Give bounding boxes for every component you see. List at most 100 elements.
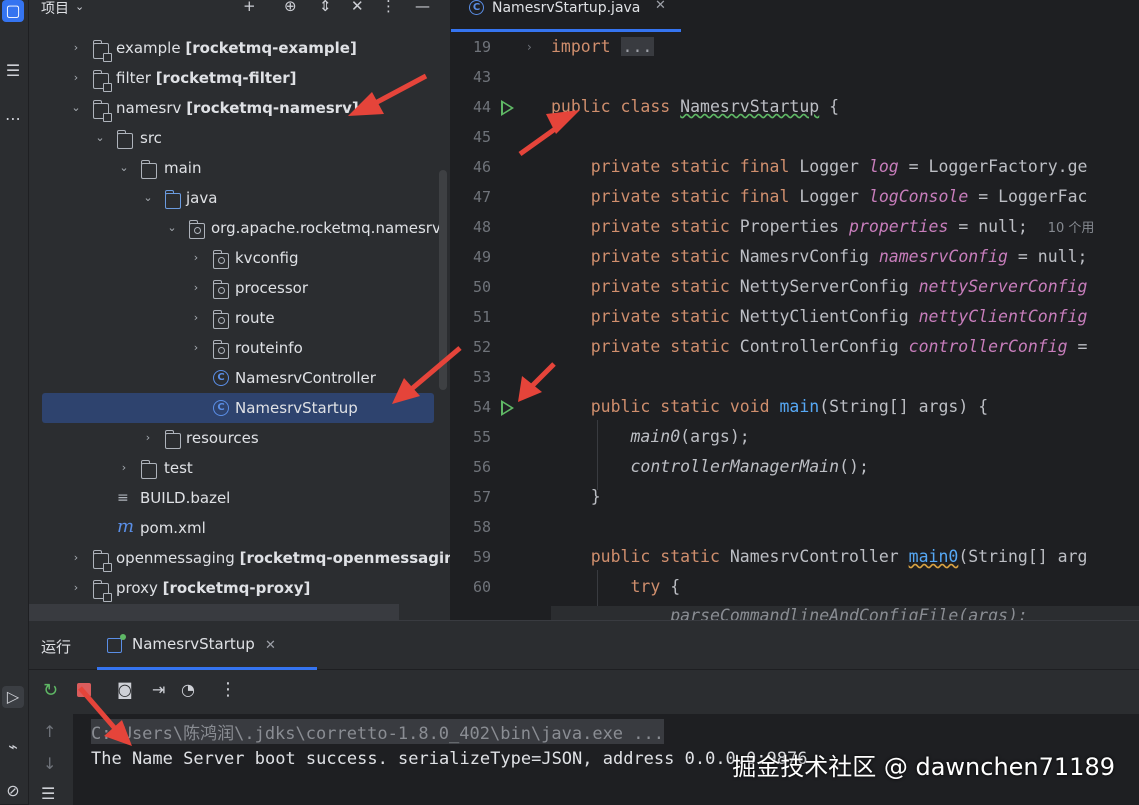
- chevron-down-icon[interactable]: ⌄: [70, 93, 82, 123]
- run-toolbar: ↻ ◙ ⇥ ◔ ⋮: [29, 670, 1139, 714]
- stop-icon[interactable]: [77, 683, 91, 697]
- chevron-right-icon[interactable]: ›: [190, 333, 202, 363]
- chevron-right-icon[interactable]: ›: [70, 33, 82, 63]
- structure-icon[interactable]: ☰: [2, 60, 24, 82]
- chevron-right-icon[interactable]: ›: [70, 573, 82, 603]
- add-icon[interactable]: +: [243, 0, 256, 15]
- chevron-down-icon[interactable]: ⌄: [75, 0, 84, 13]
- wrap-icon[interactable]: ☰: [41, 784, 55, 803]
- more-options-icon[interactable]: ⋮: [219, 679, 237, 700]
- chevron-right-icon[interactable]: ›: [70, 63, 82, 93]
- chevron-right-icon[interactable]: ›: [118, 453, 130, 483]
- run-class-gutter-icon[interactable]: [501, 100, 514, 116]
- chevron-down-icon[interactable]: ⌄: [118, 153, 130, 183]
- tree-item-label: NamesrvStartup: [235, 399, 358, 417]
- chevron-right-icon[interactable]: ›: [142, 423, 154, 453]
- code-keyword: try: [630, 577, 661, 596]
- code-editor[interactable]: C NamesrvStartup.java ✕ 19 43 44 45 46 4…: [451, 0, 1139, 620]
- tree-item-class[interactable]: C NamesrvController: [29, 363, 450, 393]
- tree-item-package[interactable]: › kvconfig: [29, 243, 450, 273]
- tree-item-source-root[interactable]: ⌄ java: [29, 183, 450, 213]
- tree-item-file[interactable]: ≡ BUILD.bazel: [29, 483, 450, 513]
- field-name: nettyClientConfig: [918, 307, 1088, 326]
- chevron-down-icon[interactable]: ⌄: [94, 123, 106, 153]
- tree-item-module[interactable]: › example [rocketmq-example]: [29, 33, 450, 63]
- tree-item-folder[interactable]: › test: [29, 453, 450, 483]
- tree-item-package[interactable]: › route: [29, 303, 450, 333]
- vertical-scrollbar[interactable]: [439, 170, 447, 390]
- line-number: 46: [472, 158, 491, 176]
- field-name: nettyServerConfig: [918, 277, 1088, 296]
- tree-item-package[interactable]: › routeinfo: [29, 333, 450, 363]
- run-main-gutter-icon[interactable]: [501, 400, 514, 416]
- class-icon: C: [213, 370, 229, 386]
- tree-item-label: proxy: [116, 579, 158, 597]
- code-text: (String[] args) {: [819, 397, 989, 416]
- locate-icon[interactable]: ⊕: [284, 0, 297, 15]
- more-icon[interactable]: ⋯: [2, 108, 24, 130]
- close-icon[interactable]: ✕: [265, 638, 276, 653]
- tree-item-label: processor: [235, 279, 308, 297]
- fold-chevron-icon[interactable]: ›: [527, 40, 532, 54]
- chevron-down-icon[interactable]: ⌄: [142, 183, 154, 213]
- tree-item-module-name: [rocketmq-openmessaging]: [239, 549, 450, 567]
- problems-icon[interactable]: ⊘: [2, 780, 24, 802]
- code-keyword: public static: [590, 547, 720, 566]
- chevron-right-icon[interactable]: ›: [70, 543, 82, 573]
- run-tab-label[interactable]: NamesrvStartup: [132, 635, 255, 653]
- camera-icon[interactable]: ◙: [117, 680, 133, 699]
- line-number: 52: [472, 338, 491, 356]
- project-panel-title[interactable]: 项目: [41, 0, 69, 18]
- code-text: Properties: [729, 217, 850, 236]
- tree-item-module[interactable]: › proxy [rocketmq-proxy]: [29, 573, 450, 603]
- code-line-49: private static NamesrvConfig namesrvConf…: [551, 247, 1088, 266]
- arrow-down-icon[interactable]: ↓: [43, 754, 56, 773]
- chevron-down-icon[interactable]: ⌄: [166, 213, 178, 243]
- editor-tab[interactable]: C NamesrvStartup.java ✕: [451, 0, 681, 30]
- arrow-up-icon[interactable]: ↑: [43, 722, 56, 741]
- text-file-icon: ≡: [117, 490, 129, 506]
- code-text: = null;: [1007, 247, 1088, 266]
- tree-item-package[interactable]: ⌄ org.apache.rocketmq.namesrv: [29, 213, 450, 243]
- chevron-right-icon[interactable]: ›: [190, 243, 202, 273]
- line-number: 60: [472, 578, 491, 596]
- tree-item-folder[interactable]: ⌄ main: [29, 153, 450, 183]
- options-icon[interactable]: ⋮: [381, 0, 396, 15]
- terminal-icon[interactable]: ⌁: [2, 736, 24, 758]
- tree-item-module[interactable]: › filter [rocketmq-filter]: [29, 63, 450, 93]
- run-tool-icon[interactable]: ▷: [2, 686, 24, 708]
- project-view-icon[interactable]: ▢: [2, 0, 24, 22]
- code-keyword: private static: [590, 247, 730, 266]
- expand-all-icon[interactable]: ⇕: [319, 0, 332, 15]
- code-keyword: private static: [590, 337, 730, 356]
- code-text: ();: [839, 457, 869, 476]
- code-text: ControllerConfig: [729, 337, 909, 356]
- rerun-icon[interactable]: ↻: [43, 680, 58, 701]
- exit-icon[interactable]: ⇥: [152, 680, 165, 699]
- code-line-51: private static NettyClientConfig nettyCl…: [551, 307, 1088, 326]
- profiler-icon[interactable]: ◔: [181, 680, 195, 699]
- code-line-59: public static NamesrvController main0(St…: [551, 547, 1088, 566]
- collapse-all-icon[interactable]: ✕: [351, 0, 364, 15]
- tree-item-class-selected[interactable]: C NamesrvStartup: [42, 393, 434, 423]
- tree-item-module[interactable]: › openmessaging [rocketmq-openmessaging]: [29, 543, 450, 573]
- module-folder-icon: [93, 100, 112, 122]
- tree-item-package[interactable]: › processor: [29, 273, 450, 303]
- hide-icon[interactable]: —: [415, 0, 430, 15]
- code-line-44: public class NamesrvStartup {: [551, 97, 839, 116]
- code-text: NettyServerConfig: [729, 277, 919, 296]
- tree-item-folder[interactable]: › resources: [29, 423, 450, 453]
- tree-item-folder[interactable]: ⌄ src: [29, 123, 450, 153]
- chevron-right-icon[interactable]: ›: [190, 273, 202, 303]
- tree-item-label: openmessaging: [116, 549, 235, 567]
- tree-item-module-namesrv[interactable]: ⌄ namesrv [rocketmq-namesrv]: [29, 93, 450, 123]
- horizontal-scrollbar[interactable]: [29, 604, 399, 620]
- folded-imports[interactable]: ...: [620, 37, 655, 56]
- code-text: NamesrvController: [719, 547, 909, 566]
- close-icon[interactable]: ✕: [655, 0, 666, 15]
- tree-item-file[interactable]: m pom.xml: [29, 513, 450, 543]
- code-text: (args);: [680, 427, 750, 446]
- usages-hint[interactable]: 10 个用: [1048, 221, 1095, 236]
- chevron-right-icon[interactable]: ›: [190, 303, 202, 333]
- console-line-output: The Name Server boot success. serializeT…: [91, 749, 808, 769]
